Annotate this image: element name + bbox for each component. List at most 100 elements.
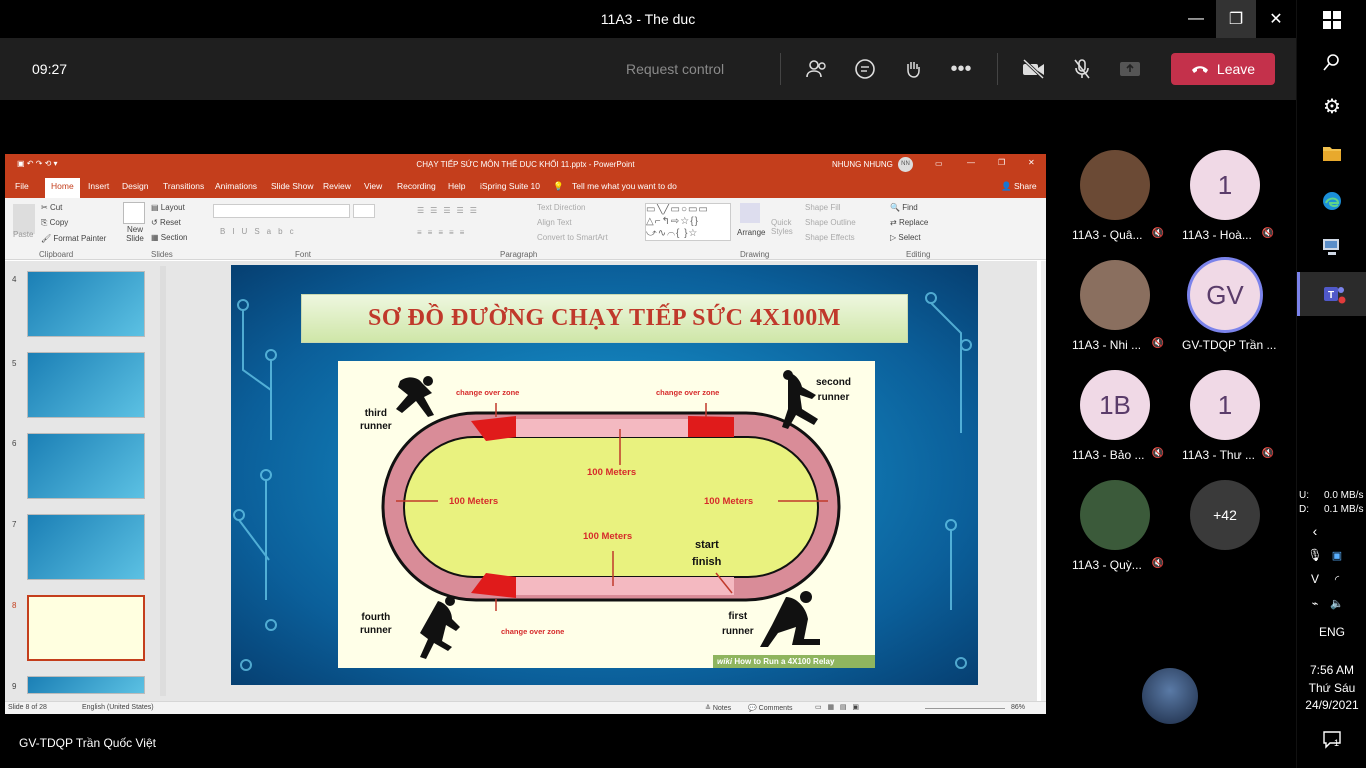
close-button[interactable]: ✕ — [1256, 0, 1296, 38]
relay-track-diagram[interactable]: third runner second runner fourth runner fi… — [338, 361, 875, 668]
meeting-timer: 09:27 — [32, 61, 68, 77]
participant-tile[interactable]: GV GV-TDQP Trần ... — [1170, 260, 1280, 352]
leave-button[interactable]: Leave — [1171, 53, 1275, 85]
restore-button[interactable]: ❐ — [1216, 0, 1256, 38]
tab-help[interactable]: Help — [448, 181, 465, 191]
file-explorer-icon[interactable] — [1297, 140, 1366, 166]
minimize-button[interactable]: — — [1176, 0, 1216, 38]
font-format-buttons[interactable]: BIUSabc — [220, 227, 301, 236]
tab-file[interactable]: File — [15, 181, 29, 191]
format-painter-button[interactable]: 🖌 Format Painter — [41, 234, 106, 243]
layout-button[interactable]: ▤ Layout — [151, 203, 185, 212]
new-slide-icon[interactable] — [123, 202, 145, 224]
font-size-input[interactable] — [353, 204, 375, 218]
tab-review[interactable]: Review — [323, 181, 351, 191]
tell-me-search[interactable]: Tell me what you want to do — [572, 181, 677, 191]
powerpoint-window: ▣ ↶ ↷ ⟲ ▾ CHẠY TIẾP SỨC MÔN THỂ DỤC KHỐI… — [5, 154, 1046, 714]
ribbon-display-icon[interactable]: ▭ — [935, 159, 943, 168]
find-button[interactable]: 🔍 Find — [890, 203, 918, 212]
section-button[interactable]: ▦ Section — [151, 233, 187, 242]
copy-button[interactable]: ⎘ Copy — [41, 218, 68, 228]
text-direction-button[interactable]: Text Direction — [537, 203, 585, 212]
chevron-left-icon[interactable]: ‹ — [1297, 522, 1333, 540]
participant-tile[interactable]: +42 — [1170, 480, 1280, 550]
select-button[interactable]: ▷ Select — [890, 233, 921, 242]
participant-tile[interactable]: 1 11A3 - Thư ... 🔇 — [1170, 370, 1280, 462]
slide-thumbnail-selected[interactable] — [27, 595, 145, 661]
tab-home[interactable]: Home — [45, 178, 80, 198]
arrange-icon[interactable] — [740, 203, 760, 223]
tab-view[interactable]: View — [364, 181, 382, 191]
windows-start-icon[interactable] — [1297, 8, 1366, 32]
comments-button[interactable]: 💬 Comments — [748, 704, 793, 712]
thumbs-scrollbar[interactable] — [160, 266, 166, 696]
shape-outline-button[interactable]: Shape Outline — [805, 218, 856, 227]
edge-browser-icon[interactable] — [1297, 188, 1366, 214]
tray-app-icon[interactable]: ▣ — [1327, 546, 1347, 564]
zoom-level[interactable]: 86% — [1011, 704, 1025, 711]
arrange-button[interactable]: Arrange — [737, 228, 765, 237]
ppt-user-avatar[interactable]: NN — [898, 157, 913, 172]
tab-insert[interactable]: Insert — [88, 181, 109, 191]
participant-tile[interactable]: 1B 11A3 - Bảo ... 🔇 — [1060, 370, 1170, 462]
volume-icon[interactable]: 🔈 — [1327, 594, 1347, 612]
raise-hand-icon[interactable] — [899, 55, 927, 83]
settings-gear-icon[interactable]: ⚙ — [1297, 94, 1366, 118]
group-editing: Editing — [906, 250, 931, 259]
tab-slide-show[interactable]: Slide Show — [271, 181, 314, 191]
participants-icon[interactable] — [803, 55, 831, 83]
clock-time[interactable]: 7:56 AM — [1297, 662, 1366, 678]
participant-name-text: 11A3 - Nhi ... — [1072, 338, 1142, 352]
tab-animations[interactable]: Animations — [215, 181, 257, 191]
zoom-slider[interactable] — [925, 708, 1005, 709]
mic-off-icon[interactable] — [1068, 55, 1096, 83]
wifi-icon[interactable]: ◜ — [1327, 570, 1347, 588]
shapes-gallery[interactable]: ▭╲╱▭○▭▭ △⌐↰⇨☆{} ⤻∿⌒{ }☆ — [645, 203, 731, 241]
language-indicator[interactable]: ENG — [1297, 624, 1366, 640]
tab-design[interactable]: Design — [122, 181, 148, 191]
align-text-button[interactable]: Align Text — [537, 218, 572, 227]
notification-count: 1 — [1334, 738, 1339, 748]
participant-tile[interactable]: 11A3 - Quỳ... 🔇 — [1060, 480, 1170, 572]
paste-label[interactable]: Paste — [13, 230, 33, 239]
replace-button[interactable]: ⇄ Replace — [890, 218, 928, 227]
slide-title[interactable]: SƠ ĐỒ ĐƯỜNG CHẠY TIẾP SỨC 4X100M — [301, 294, 908, 343]
participant-tile[interactable]: 11A3 - Nhi ... 🔇 — [1060, 260, 1170, 352]
network-computer-icon[interactable] — [1297, 234, 1366, 260]
list-buttons[interactable]: ☰☰☰☰☰ — [417, 206, 483, 215]
chat-icon[interactable] — [851, 55, 879, 83]
ppt-minimize-button[interactable]: — — [967, 158, 975, 167]
slide-thumbnail[interactable] — [27, 352, 145, 418]
view-buttons[interactable]: ▭ ▦ ▤ ▣ — [815, 703, 859, 711]
tab-transitions[interactable]: Transitions — [163, 181, 204, 191]
slide-thumbnail[interactable] — [27, 433, 145, 499]
slide-thumbnail[interactable] — [27, 271, 145, 337]
align-buttons[interactable]: ≡≡≡≡≡ — [417, 228, 470, 237]
shape-fill-button[interactable]: Shape Fill — [805, 203, 841, 212]
camera-off-icon[interactable] — [1020, 55, 1048, 83]
notes-button[interactable]: ≙ Notes — [705, 704, 731, 712]
reset-button[interactable]: ↺ Reset — [151, 218, 181, 227]
quick-styles-button[interactable]: Quick Styles — [771, 218, 797, 236]
font-name-input[interactable] — [213, 204, 350, 218]
cut-button[interactable]: ✂ Cut — [41, 203, 62, 212]
shape-effects-button[interactable]: Shape Effects — [805, 233, 855, 242]
tab-ispring[interactable]: iSpring Suite 10 — [480, 181, 540, 191]
share-button[interactable]: 👤 Share — [1001, 181, 1037, 192]
slide-thumbnail[interactable] — [27, 676, 145, 694]
teams-app-icon[interactable]: T — [1297, 272, 1366, 316]
tab-recording[interactable]: Recording — [397, 181, 436, 191]
participant-tile[interactable]: 11A3 - Quâ... 🔇 — [1060, 150, 1170, 242]
slide-thumbnail[interactable] — [27, 514, 145, 580]
self-view-avatar[interactable] — [1142, 668, 1198, 724]
ppt-restore-button[interactable]: ❐ — [998, 158, 1005, 167]
new-slide-button[interactable]: New Slide — [118, 225, 152, 243]
more-actions-icon[interactable]: ••• — [947, 55, 975, 83]
notification-center-icon[interactable]: 1 — [1297, 728, 1366, 750]
convert-smartart-button[interactable]: Convert to SmartArt — [537, 233, 608, 242]
search-icon[interactable] — [1297, 50, 1366, 74]
request-control-button[interactable]: Request control — [626, 61, 724, 77]
share-tray-icon[interactable] — [1116, 55, 1144, 83]
participant-tile[interactable]: 1 11A3 - Hoà... 🔇 — [1170, 150, 1280, 242]
ppt-close-button[interactable]: ✕ — [1028, 158, 1035, 167]
